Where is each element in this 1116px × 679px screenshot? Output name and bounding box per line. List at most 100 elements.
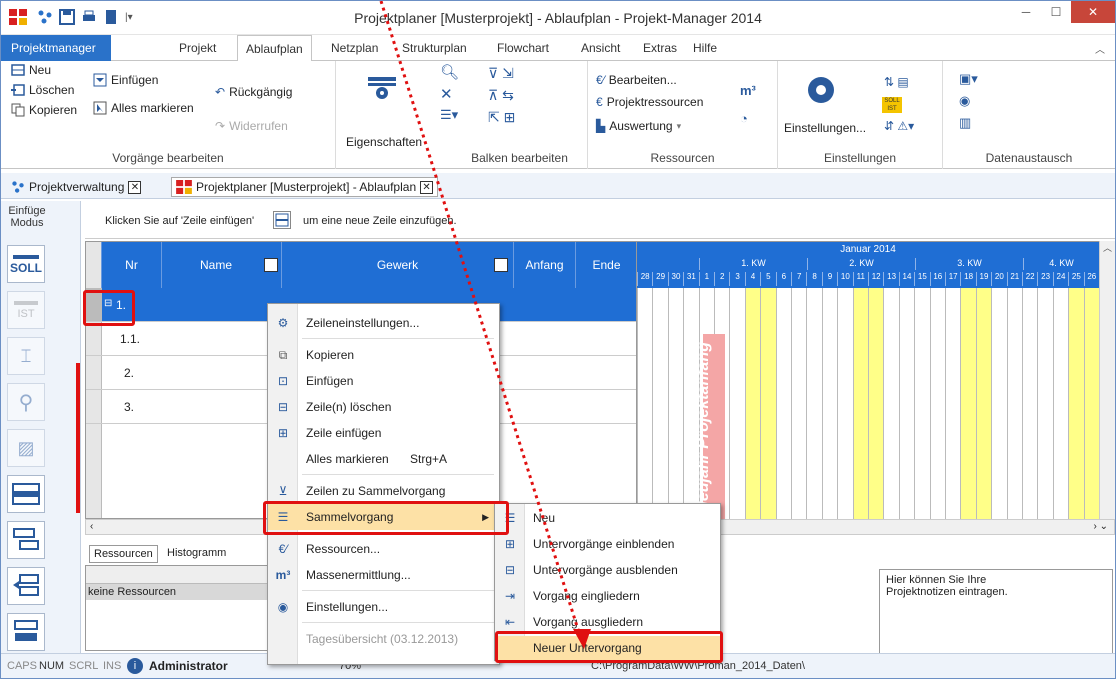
gauge-icon[interactable]: ◔ (740, 111, 748, 126)
insert-row-icon (275, 213, 289, 227)
vertical-scrollbar[interactable]: ︿ (1099, 241, 1115, 519)
column-header-ende[interactable]: Ende (576, 242, 636, 288)
filter-dropdown-icon[interactable] (264, 258, 278, 272)
close-x-icon[interactable]: ✕ (440, 85, 453, 103)
resource-edit-button[interactable]: €⁄ Bearbeiten... (596, 73, 677, 87)
insert-sub-button[interactable] (7, 521, 45, 559)
insert-row-hint-button[interactable] (273, 211, 291, 229)
day-label: 6 (775, 272, 791, 286)
new-button[interactable]: Neu (11, 63, 51, 77)
redo-button[interactable]: ↷ Widerrufen (215, 119, 288, 133)
tab-projektmanager[interactable]: Projektmanager 2014 (1, 35, 111, 81)
move-down-button[interactable] (7, 613, 45, 651)
month-label: Januar 2014 (840, 244, 896, 255)
maximize-button[interactable]: ☐ (1041, 1, 1071, 23)
undo-button[interactable]: ↶ Rückgängig (215, 85, 292, 99)
milestone-button[interactable]: ⚲ (7, 383, 45, 421)
close-tab-icon[interactable]: ✕ (128, 180, 142, 194)
day-label: 4 (744, 272, 760, 286)
tab-histogramm[interactable]: Histogramm (163, 545, 231, 563)
column-header-anfang[interactable]: Anfang (514, 242, 576, 288)
menu-item-einfuegen[interactable]: ⊡ Einfügen (268, 368, 499, 394)
tab-ablaufplan[interactable]: Ablaufplan (237, 35, 312, 62)
menu-item-zeile-einfuegen[interactable]: ⊞ Zeile einfügen (268, 420, 499, 446)
gantt-day-column (729, 288, 744, 519)
outdent-button[interactable] (7, 567, 45, 605)
tab-flowchart[interactable]: Flowchart (489, 35, 557, 61)
bar-link-icon[interactable]: ⇱ ⊞ (488, 109, 515, 126)
scroll-right-icon[interactable]: › ⌄ (1094, 521, 1109, 532)
tab-ressourcen[interactable]: Ressourcen (89, 545, 158, 563)
submenu-item-eingliedern[interactable]: ⇥ Vorgang eingliedern (495, 584, 720, 608)
collapse-ribbon-icon[interactable]: ︿ (1095, 41, 1105, 56)
filter-dropdown-icon[interactable] (494, 258, 508, 272)
group-label: Vorgänge bearbeiten (112, 151, 224, 165)
project-notes[interactable]: Hier können Sie Ihre Projektnotizen eint… (879, 569, 1113, 655)
day-label: 21 (1006, 272, 1022, 286)
gantt-day-column (883, 288, 898, 519)
day-label: 3 (729, 272, 744, 286)
tab-extras[interactable]: Extras (635, 35, 685, 61)
group-balken: ⊽ ⇲ ⊼ ⇆ ⇱ ⊞ Balken bearbeiten (452, 61, 588, 169)
submenu-item-neu[interactable]: ☰ Neu (495, 506, 720, 530)
warning-icon[interactable]: ⇵ ⚠▾ (884, 119, 914, 133)
delete-button[interactable]: Löschen (11, 83, 74, 97)
soll-button[interactable]: SOLL (7, 245, 45, 283)
menu-item-einstellungen[interactable]: ◉ Einstellungen... (268, 594, 499, 620)
minimize-button[interactable]: ─ (1011, 1, 1041, 23)
row-header[interactable] (86, 390, 102, 423)
close-tab-icon[interactable]: ✕ (420, 180, 434, 194)
tab-hilfe[interactable]: Hilfe (685, 35, 725, 61)
bar-align-icon[interactable]: ⊼ ⇆ (488, 87, 514, 104)
menu-separator (302, 622, 494, 623)
paste-button[interactable]: Einfügen (93, 73, 158, 87)
tab-ansicht[interactable]: Ansicht (573, 35, 628, 61)
menu-item-tagesuebersicht[interactable]: Tagesübersicht (03.12.2013) (268, 626, 499, 652)
evaluation-button[interactable]: ▙ Auswertung ▾ (596, 119, 681, 133)
column-header-name[interactable]: Name (162, 242, 282, 288)
soll-ist-icon[interactable]: SOLL IST (882, 97, 902, 113)
gantt-day-column (791, 288, 806, 519)
tab-strukturplan[interactable]: Strukturplan (394, 35, 475, 61)
chart-sort-icon[interactable]: ⇅ ▤ (884, 75, 909, 89)
menu-item-ressourcen[interactable]: €⁄ Ressourcen... (268, 536, 499, 562)
ist-button[interactable]: IST (7, 291, 45, 329)
day-label: 18 (960, 272, 975, 286)
gantt-day-column (1052, 288, 1068, 519)
select-all-button[interactable]: Alles markieren (93, 101, 194, 115)
doctab-ablaufplan[interactable]: Projektplaner [Musterprojekt] - Ablaufpl… (171, 177, 439, 197)
day-label: 9 (821, 272, 837, 286)
menu-item-zeilen-loeschen[interactable]: ⊟ Zeile(n) löschen (268, 394, 499, 420)
doctab-projektverwaltung[interactable]: Projektverwaltung ✕ (7, 177, 145, 197)
row-header[interactable] (86, 322, 102, 355)
copy-button[interactable]: Kopieren (11, 103, 77, 117)
column-header-gewerk[interactable]: Gewerk (282, 242, 514, 288)
project-resources-button[interactable]: € Projektressourcen (596, 95, 703, 109)
submenu-item-einblenden[interactable]: ⊞ Untervorgänge einblenden (495, 532, 720, 556)
close-button[interactable]: ✕ (1071, 1, 1115, 23)
scroll-left-icon[interactable]: ‹ (90, 521, 93, 532)
m3-icon[interactable]: m³ (740, 83, 756, 98)
gantt-day-column (960, 288, 976, 519)
menu-item-massenermittlung[interactable]: m³ Massenermittlung... (268, 562, 499, 588)
tab-netzplan[interactable]: Netzplan (323, 35, 386, 61)
tab-projekt[interactable]: Projekt (171, 35, 224, 61)
settings-gear-icon[interactable] (806, 75, 836, 105)
row-header[interactable] (86, 356, 102, 389)
scroll-up-icon[interactable]: ︿ (1100, 241, 1115, 254)
filter-icon[interactable]: ⊽ ⇲ (488, 65, 514, 82)
bar-tool-button[interactable] (7, 475, 45, 513)
properties-icon[interactable] (366, 75, 398, 101)
submenu-item-ausblenden[interactable]: ⊟ Untervorgänge ausblenden (495, 558, 720, 582)
export-icon[interactable]: ▣▾ (959, 71, 978, 87)
import-icon[interactable]: ▥ (959, 115, 971, 131)
properties-button[interactable]: Eigenschaften (346, 135, 422, 149)
bracket-tool-button[interactable]: ⌶ (7, 337, 45, 375)
column-header-nr[interactable]: Nr (102, 242, 162, 288)
menu-item-kopieren[interactable]: ⧉ Kopieren (268, 342, 499, 368)
settings-button[interactable]: Einstellungen... (784, 121, 866, 135)
menu-item-alles-markieren[interactable]: Alles markieren Strg+A (268, 446, 499, 472)
web-icon[interactable]: ◉ (959, 93, 970, 109)
menu-item-zeileneinstellungen[interactable]: ⚙ Zeileneinstellungen... (268, 310, 499, 336)
image-button[interactable]: ▨ (7, 429, 45, 467)
